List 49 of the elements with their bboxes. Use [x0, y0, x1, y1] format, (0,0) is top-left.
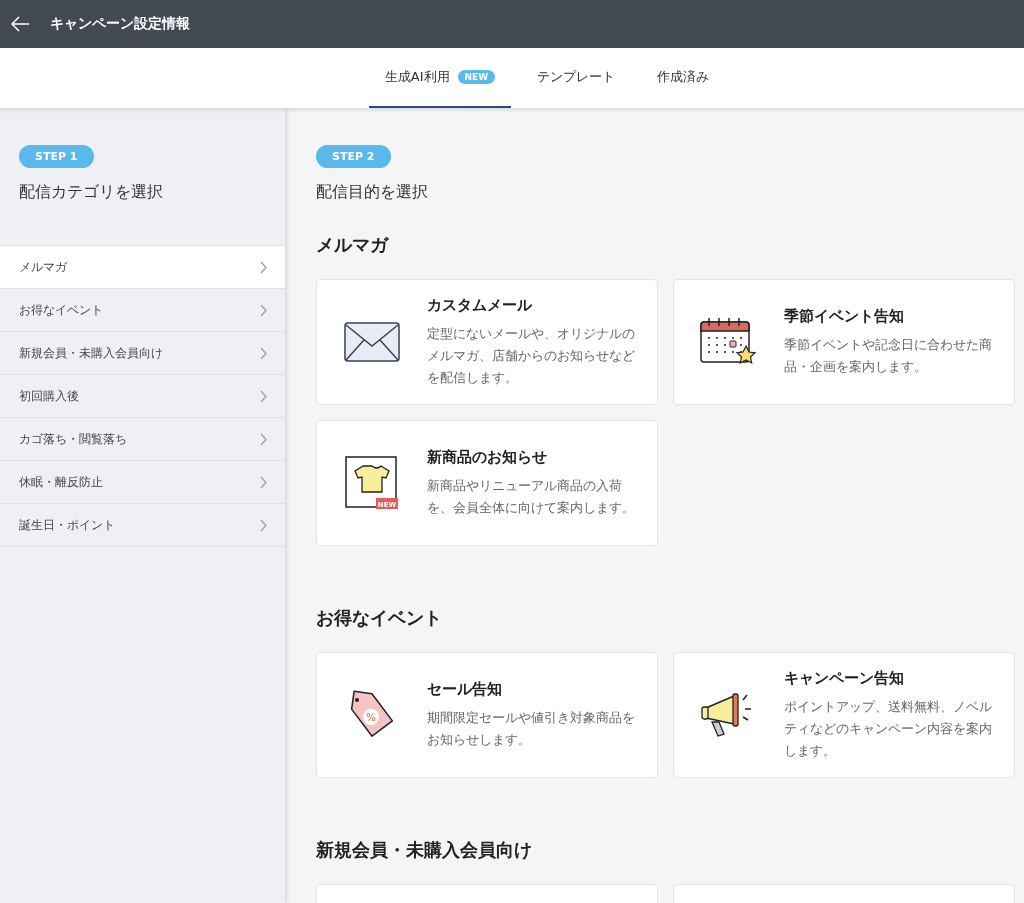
category-label: 休眠・離反防止: [19, 473, 103, 491]
section-heading: 新規会員・未購入会員向け: [316, 838, 533, 862]
category-item[interactable]: 誕生日・ポイント: [0, 504, 285, 547]
category-label: お得なイベント: [19, 301, 103, 319]
page-title: キャンペーン設定情報: [50, 15, 190, 33]
section-heading: メルマガ: [316, 233, 390, 257]
purpose-card[interactable]: % セール告知 期間限定セールや値引き対象商品をお知らせします。: [316, 652, 658, 778]
chevron-right-icon: [260, 475, 267, 489]
chevron-right-icon: [260, 260, 267, 274]
category-item[interactable]: 休眠・離反防止: [0, 461, 285, 504]
step-heading: 配信カテゴリを選択: [19, 182, 164, 203]
purpose-card[interactable]: キャンペーン告知 ポイントアップ、送料無料、ノベルティなどのキャンペーン内容を案内します。: [673, 652, 1015, 778]
card-description: ポイントアップ、送料無料、ノベルティなどのキャンペーン内容を案内します。: [784, 697, 993, 760]
category-item[interactable]: メルマガ: [0, 246, 285, 289]
back-arrow-icon[interactable]: [10, 16, 30, 32]
card-description: 季節イベントや記念日に合わせた商品・企画を案内します。: [784, 335, 993, 376]
card-title: カスタムメール: [427, 295, 533, 315]
card-description: 新商品やリニューアル商品の入荷を、会員全体に向けて案内します。: [427, 476, 636, 517]
category-label: 初回購入後: [19, 387, 79, 405]
chevron-right-icon: [260, 389, 267, 403]
card-title: キャンペーン告知: [784, 668, 905, 688]
card-title: 新商品のお知らせ: [427, 447, 548, 467]
chevron-right-icon: [260, 346, 267, 360]
card-title: 季節イベント告知: [784, 306, 905, 326]
category-item[interactable]: 初回購入後: [0, 375, 285, 418]
card-description: 定型にないメールや、オリジナルのメルマガ、店舗からのお知らせなどを配信します。: [427, 324, 636, 387]
tab[interactable]: テンプレート: [521, 48, 632, 108]
chevron-right-icon: [260, 518, 267, 532]
chevron-right-icon: [260, 432, 267, 446]
category-label: カゴ落ち・閲覧落ち: [19, 430, 127, 448]
card-description: 期間限定セールや値引き対象商品をお知らせします。: [427, 708, 636, 749]
section-heading: お得なイベント: [316, 606, 443, 630]
step-badge: STEP 1: [19, 145, 94, 168]
step-heading: 配信目的を選択: [316, 182, 429, 203]
tab[interactable]: 作成済み: [641, 48, 726, 108]
category-item[interactable]: 新規会員・未購入会員向け: [0, 332, 285, 375]
category-label: 新規会員・未購入会員向け: [19, 344, 163, 362]
card-title: セール告知: [427, 679, 503, 699]
tab[interactable]: 生成AI利用 NEW: [368, 48, 512, 108]
category-item[interactable]: お得なイベント: [0, 289, 285, 332]
category-item[interactable]: カゴ落ち・閲覧落ち: [0, 418, 285, 461]
chevron-right-icon: [260, 303, 267, 317]
purpose-card[interactable]: カスタムメール 定型にないメールや、オリジナルのメルマガ、店舗からのお知らせなどを配信します。: [316, 279, 658, 405]
purpose-card[interactable]: 季節イベント告知 季節イベントや記念日に合わせた商品・企画を案内します。: [673, 279, 1015, 405]
category-label: メルマガ: [19, 258, 67, 276]
step-badge: STEP 2: [316, 145, 391, 168]
category-label: 誕生日・ポイント: [19, 516, 115, 534]
new-badge: NEW: [457, 70, 496, 84]
envelope-icon: [344, 322, 400, 362]
